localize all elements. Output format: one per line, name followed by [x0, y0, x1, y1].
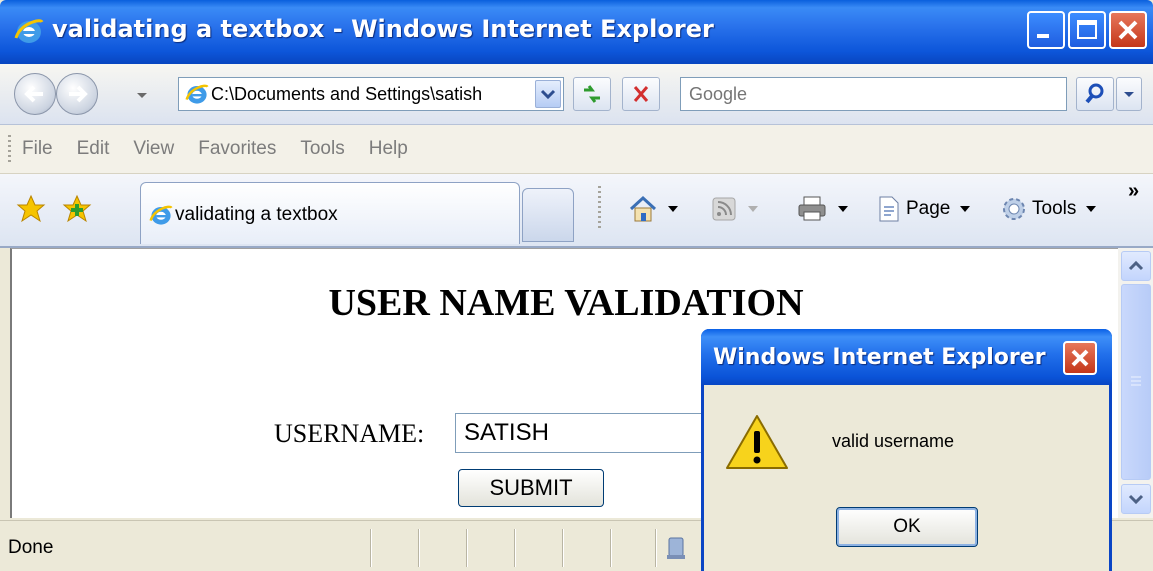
back-button[interactable] [14, 73, 56, 115]
toolbar-overflow-chevron[interactable]: » [1128, 180, 1139, 203]
warning-icon [726, 415, 788, 469]
recent-pages-dropdown-icon[interactable] [135, 88, 149, 102]
new-tab-button[interactable] [522, 188, 574, 242]
print-icon [798, 196, 826, 221]
menu-item-view[interactable]: View [133, 138, 174, 160]
address-bar[interactable]: C:\Documents and Settings\satish [178, 77, 564, 111]
ie-logo-icon [149, 205, 173, 225]
submit-button[interactable]: SUBMIT [458, 469, 604, 507]
address-dropdown-button[interactable] [535, 80, 561, 108]
window-title: validating a textbox - Windows Internet … [52, 15, 714, 43]
search-icon [1085, 83, 1104, 104]
menu-item-file[interactable]: File [22, 138, 53, 160]
scroll-down-button[interactable] [1121, 484, 1151, 514]
stop-button[interactable] [622, 77, 660, 111]
close-icon [1118, 20, 1138, 40]
grip-lines-icon [1131, 376, 1141, 386]
minimize-icon [1037, 34, 1049, 38]
minimize-button[interactable] [1027, 11, 1065, 49]
forward-button[interactable] [56, 73, 98, 115]
ie-logo-icon [185, 84, 209, 104]
chevron-down-icon [1128, 494, 1144, 505]
chevron-down-icon [540, 89, 556, 100]
alert-dialog: Windows Internet Explorer valid username… [701, 329, 1112, 571]
tab-validating-a-textbox[interactable]: validating a textbox [140, 182, 520, 244]
page-icon [879, 196, 899, 222]
print-button[interactable] [796, 194, 848, 224]
scroll-up-button[interactable] [1121, 251, 1151, 281]
menu-bar: File Edit View Favorites Tools Help [0, 125, 1153, 174]
forward-icon [69, 85, 88, 103]
chevron-up-icon [1128, 260, 1144, 271]
tools-menu-label: Tools [1032, 198, 1077, 219]
refresh-icon [584, 85, 600, 103]
home-icon [629, 195, 657, 222]
username-label: USERNAME: [274, 419, 425, 448]
search-box[interactable] [680, 77, 1067, 111]
navigation-bar: C:\Documents and Settings\satish [0, 64, 1153, 125]
address-text[interactable]: C:\Documents and Settings\satish [211, 84, 536, 105]
status-divider [610, 529, 611, 567]
status-divider [370, 529, 371, 567]
dialog-close-button[interactable] [1063, 341, 1097, 375]
status-divider [466, 529, 467, 567]
status-divider [514, 529, 515, 567]
add-favorite-icon[interactable] [62, 194, 92, 224]
page-heading: USER NAME VALIDATION [328, 282, 804, 324]
search-button[interactable] [1076, 77, 1114, 111]
status-divider [418, 529, 419, 567]
status-divider [655, 529, 656, 567]
tools-menu-button[interactable]: Tools [1000, 194, 1097, 224]
menu-item-help[interactable]: Help [369, 138, 408, 160]
tab-bar: validating a textbox Page Tools » [0, 174, 1153, 248]
tools-gear-icon [1003, 198, 1025, 220]
page-menu-button[interactable]: Page [876, 194, 971, 224]
ie-window: validating a textbox - Windows Internet … [0, 0, 1153, 571]
tab-label: validating a textbox [175, 204, 338, 225]
toolbar-grip[interactable] [8, 135, 11, 163]
refresh-button[interactable] [573, 77, 611, 111]
maximize-icon [1077, 20, 1097, 39]
close-icon [1071, 349, 1089, 367]
search-input[interactable] [681, 78, 1057, 111]
page-menu-label: Page [906, 198, 951, 219]
menu-item-edit[interactable]: Edit [77, 138, 110, 160]
back-icon [24, 85, 43, 103]
vertical-scrollbar[interactable] [1118, 248, 1153, 518]
feeds-icon [712, 197, 736, 221]
status-divider [562, 529, 563, 567]
dialog-title: Windows Internet Explorer [713, 345, 1046, 370]
ok-button[interactable]: OK [836, 507, 978, 547]
menu-item-tools[interactable]: Tools [300, 138, 344, 160]
stop-icon [633, 86, 649, 102]
favorites-star-icon[interactable] [16, 194, 46, 224]
close-button[interactable] [1109, 11, 1147, 49]
chevron-down-icon [1124, 92, 1134, 97]
title-bar: validating a textbox - Windows Internet … [0, 0, 1153, 64]
scroll-thumb[interactable] [1121, 284, 1151, 480]
dialog-title-bar: Windows Internet Explorer [701, 329, 1112, 385]
status-text: Done [8, 537, 54, 558]
toolbar-grip[interactable] [598, 186, 601, 230]
dialog-message: valid username [832, 431, 955, 451]
menu-item-favorites[interactable]: Favorites [198, 138, 276, 160]
maximize-button[interactable] [1068, 11, 1106, 49]
feeds-button[interactable] [710, 194, 758, 224]
security-zone-icon [667, 537, 685, 559]
ie-logo-icon [14, 19, 44, 43]
search-options-button[interactable] [1116, 77, 1142, 111]
home-button[interactable] [628, 194, 678, 224]
